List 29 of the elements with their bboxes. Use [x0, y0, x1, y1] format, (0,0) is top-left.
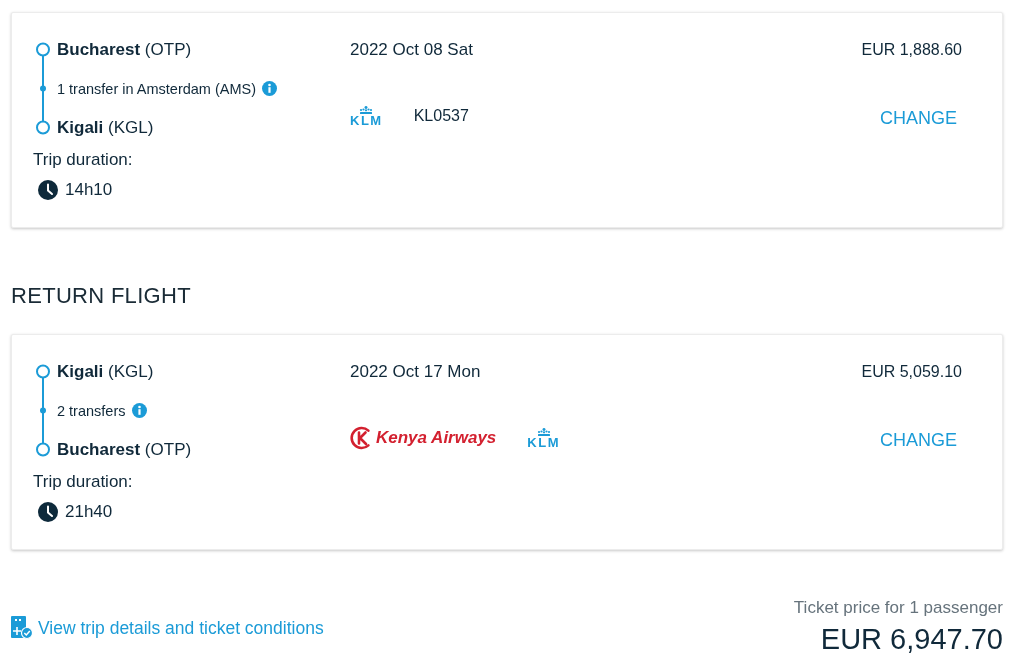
origin-city: Kigali (KGL): [57, 361, 154, 382]
duration-value: 21h40: [65, 502, 113, 522]
info-icon[interactable]: [131, 403, 147, 418]
airline-name: Kenya Airways: [376, 427, 497, 449]
destination-city: Bucharest (OTP): [57, 439, 192, 460]
destination-city: Kigali (KGL): [57, 117, 154, 138]
duration-label: Trip duration:: [33, 471, 134, 493]
change-button[interactable]: CHANGE: [876, 98, 961, 138]
flight-price: EUR 5,059.10: [861, 362, 962, 382]
clock-icon: [38, 502, 58, 522]
total-price: EUR 6,947.70: [820, 622, 1003, 657]
duration-value: 14h10: [65, 180, 113, 200]
clock-icon: [38, 180, 58, 200]
flight-date: 2022 Oct 08 Sat: [350, 39, 474, 61]
flight-date: 2022 Oct 17 Mon: [350, 361, 482, 383]
flight-price: EUR 1,888.60: [861, 40, 962, 60]
transfer-info: 1 transfer in Amsterdam (AMS): [57, 80, 257, 97]
flight-number: KL0537: [413, 107, 469, 125]
section-heading: RETURN FLIGHT: [11, 282, 192, 310]
trip-details-link[interactable]: View trip details and ticket conditions: [11, 616, 324, 640]
transfer-info: 2 transfers: [57, 402, 126, 419]
price-label: Ticket price for 1 passenger: [793, 597, 1003, 619]
change-button[interactable]: CHANGE: [876, 420, 961, 460]
info-icon[interactable]: [262, 81, 278, 96]
airline-name: KLM: [350, 115, 383, 126]
duration-label: Trip duration:: [33, 149, 134, 171]
airline-name: KLM: [527, 437, 560, 448]
ticket-check-icon: [11, 616, 33, 640]
origin-city: Bucharest (OTP): [57, 39, 192, 60]
